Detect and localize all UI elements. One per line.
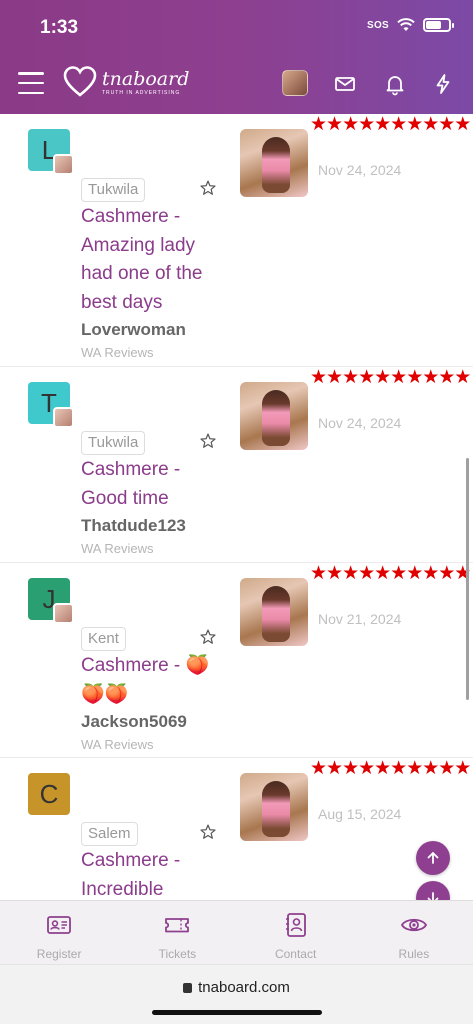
- nav-rules[interactable]: Rules: [355, 901, 473, 964]
- eye-icon: [400, 918, 427, 932]
- logo-name: tnaboard: [102, 67, 190, 90]
- home-indicator[interactable]: [152, 1010, 322, 1015]
- star-outline-icon[interactable]: [199, 628, 217, 646]
- ticket-icon: [165, 918, 190, 933]
- star-outline-icon[interactable]: [199, 432, 217, 450]
- review-forum[interactable]: WA Reviews: [81, 345, 153, 360]
- bottom-nav: Register Tickets Contact Rules: [0, 900, 473, 964]
- author-avatar[interactable]: C: [28, 773, 70, 815]
- lock-icon: [183, 983, 193, 993]
- review-date: Nov 21, 2024: [318, 611, 402, 627]
- review-date: Aug 15, 2024: [318, 806, 402, 822]
- contact-book-icon: [285, 913, 306, 937]
- review-date: Nov 24, 2024: [318, 415, 402, 431]
- poster-thumbnail: [53, 603, 74, 624]
- rating-stars: ★★★★★★★★★★: [310, 758, 471, 779]
- list-item[interactable]: T Tukwila Cashmere - Good time Thatdude1…: [0, 367, 473, 563]
- nav-label: Register: [36, 947, 82, 961]
- menu-button[interactable]: [18, 72, 44, 94]
- nav-label: Contact: [274, 947, 317, 961]
- scroll-up-button[interactable]: [416, 841, 450, 875]
- rating-stars: ★★★★★★★★★★: [310, 563, 471, 584]
- nav-contact[interactable]: Contact: [237, 901, 355, 964]
- mail-icon[interactable]: [333, 72, 357, 96]
- sos-indicator: SOS: [366, 19, 389, 31]
- review-photo[interactable]: [240, 129, 308, 197]
- review-author[interactable]: Thatdude123: [81, 516, 186, 536]
- review-photo[interactable]: [240, 578, 308, 646]
- status-time: 1:33: [40, 17, 79, 38]
- city-tag[interactable]: Kent: [81, 627, 126, 651]
- nav-label: Rules: [398, 947, 430, 961]
- nav-label: Tickets: [158, 947, 197, 961]
- nav-register[interactable]: Register: [0, 901, 118, 964]
- review-photo[interactable]: [240, 773, 308, 841]
- browser-url-bar[interactable]: tnaboard.com: [0, 964, 473, 1024]
- review-date: Nov 24, 2024: [318, 162, 402, 178]
- battery-icon: [423, 18, 454, 32]
- review-title[interactable]: Cashmere - 🍑🍑🍑: [81, 652, 231, 709]
- review-forum[interactable]: WA Reviews: [81, 737, 153, 752]
- url-text: tnaboard.com: [198, 979, 290, 996]
- rating-stars: ★★★★★★★★★★: [310, 367, 471, 388]
- star-outline-icon[interactable]: [199, 179, 217, 197]
- review-author[interactable]: Loverwoman: [81, 320, 186, 340]
- city-tag[interactable]: Tukwila: [81, 431, 146, 455]
- star-outline-icon[interactable]: [199, 823, 217, 841]
- review-forum[interactable]: WA Reviews: [81, 541, 153, 556]
- list-item[interactable]: C Salem Cashmere - Incredible ★★★★★★★★★★…: [0, 758, 473, 900]
- id-card-icon: [47, 916, 72, 934]
- nav-tickets[interactable]: Tickets: [118, 901, 236, 964]
- list-item[interactable]: J Kent Cashmere - 🍑🍑🍑 Jackson5069 WA Rev…: [0, 563, 473, 758]
- poster-thumbnail: [53, 407, 74, 428]
- logo-tagline: TRUTH IN ADVERTISING: [102, 89, 181, 96]
- review-title[interactable]: Cashmere - Good time: [81, 456, 231, 513]
- poster-thumbnail: [53, 154, 74, 175]
- city-tag[interactable]: Tukwila: [81, 178, 146, 202]
- site-logo[interactable]: tnaboard TRUTH IN ADVERTISING: [62, 64, 189, 100]
- lightning-icon[interactable]: [431, 72, 455, 96]
- review-title[interactable]: Cashmere - Incredible: [81, 847, 231, 900]
- status-icons: SOS: [366, 18, 454, 32]
- scrollbar[interactable]: [466, 458, 469, 700]
- city-tag[interactable]: Salem: [81, 822, 138, 846]
- bell-icon[interactable]: [383, 72, 407, 96]
- review-author[interactable]: Jackson5069: [81, 712, 187, 732]
- review-photo[interactable]: [240, 382, 308, 450]
- review-feed: L Tukwila Cashmere - Amazing lady had on…: [0, 114, 473, 900]
- rating-stars: ★★★★★★★★★★: [310, 114, 471, 135]
- arrow-up-icon: [427, 851, 439, 864]
- heart-logo-icon: [63, 66, 97, 97]
- list-item[interactable]: L Tukwila Cashmere - Amazing lady had on…: [0, 114, 473, 367]
- wifi-icon: [397, 18, 415, 31]
- app-header: 1:33 SOS tnaboard TRUTH IN ADVERTISING: [0, 0, 473, 114]
- user-avatar[interactable]: [282, 70, 308, 96]
- review-title[interactable]: Cashmere - Amazing lady had one of the b…: [81, 203, 231, 317]
